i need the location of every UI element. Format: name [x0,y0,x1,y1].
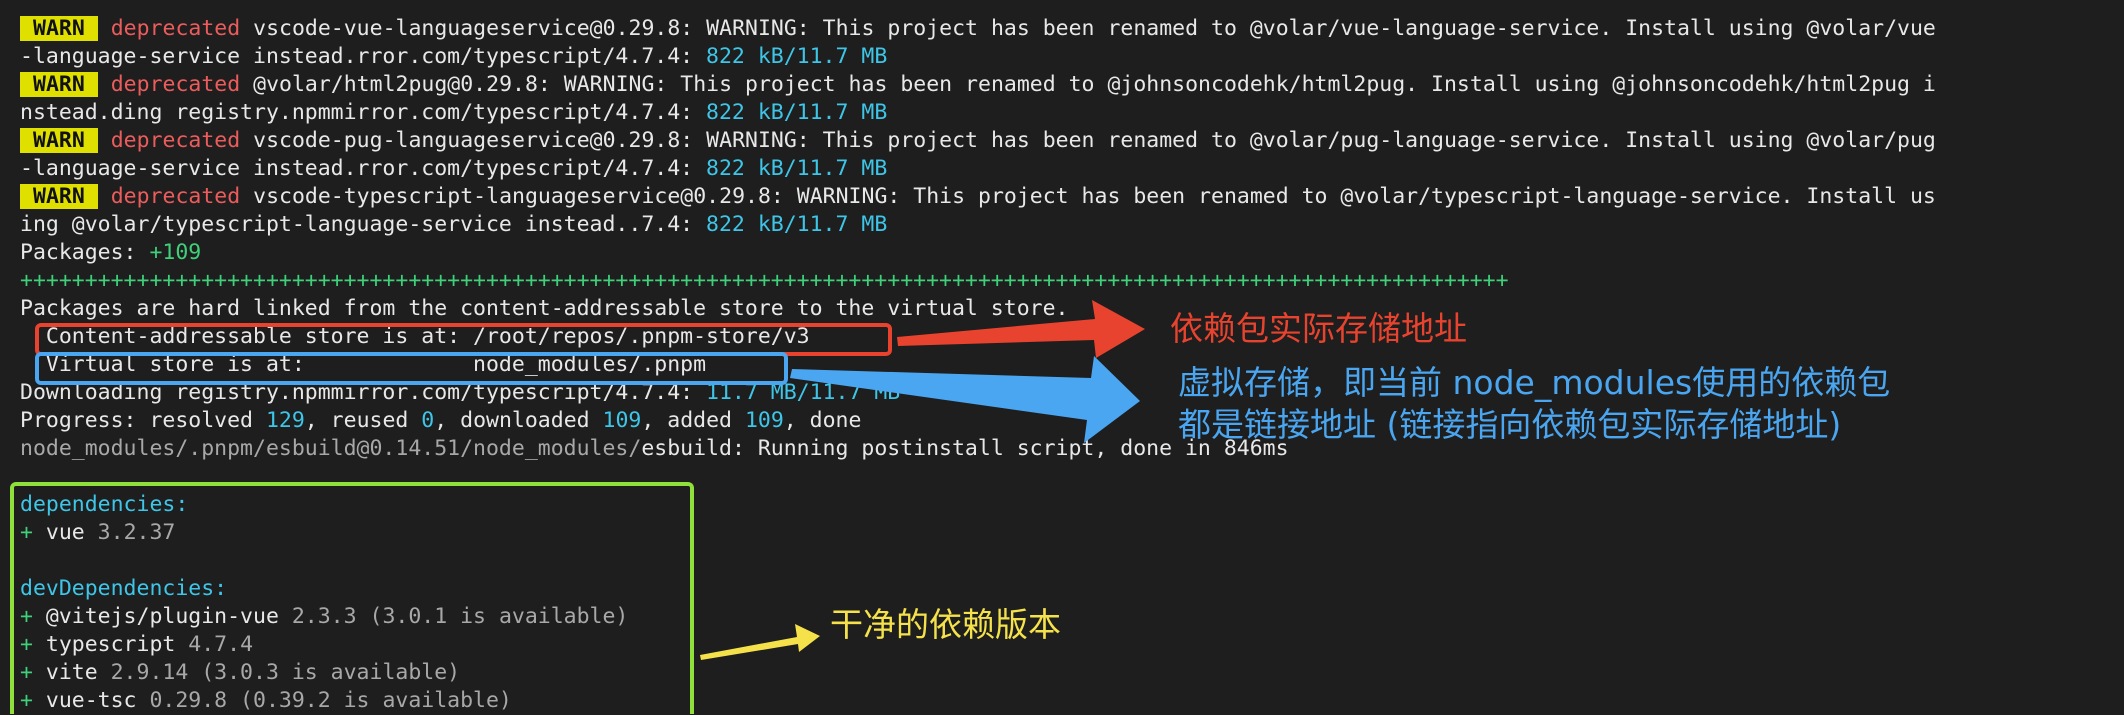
yellow-arrow [700,624,820,660]
dependencies-annotation: 干净的依赖版本 [830,605,1061,644]
annotation-arrows [700,300,1145,660]
virtual-annotation-line2: 都是链接地址 (链接指向依赖包实际存储地址) [1178,405,1842,444]
store-annotation: 依赖包实际存储地址 [1170,309,1467,348]
red-arrow [897,300,1145,358]
virtual-annotation-line1: 虚拟存储，即当前 node_modules使用的依赖包 [1178,363,1891,402]
blue-arrow [790,356,1140,443]
